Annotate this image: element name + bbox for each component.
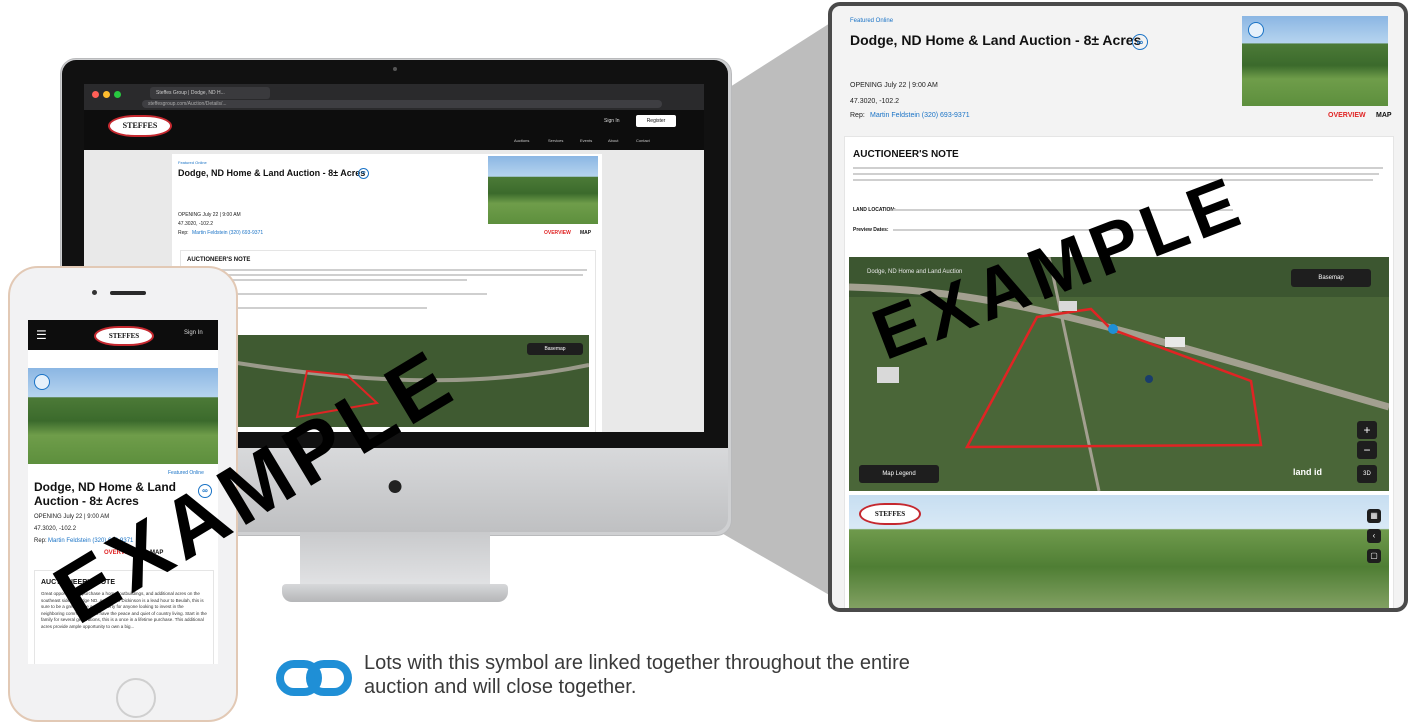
auctioneer-note-heading: AUCTIONEER'S NOTE — [187, 257, 251, 263]
apple-logo-icon: ● — [385, 469, 405, 502]
featured-label: Featured Online — [178, 160, 207, 165]
nav-item-contact[interactable]: Contact — [636, 138, 650, 143]
nav-item-auctions[interactable]: Auctions — [514, 138, 529, 143]
note-text-line — [853, 167, 1383, 169]
zoom-featured-label: Featured Online — [850, 18, 894, 24]
sign-in-link[interactable]: Sign In — [604, 118, 620, 124]
zoom-linked-lot-icon: ∞ — [1132, 34, 1148, 50]
site-header: STEFFES Sign In Register Auctions Servic… — [84, 110, 704, 150]
note-text-line — [853, 173, 1379, 175]
zoom-rep-label: Rep: — [850, 112, 865, 119]
phone-camera — [92, 290, 97, 295]
zoom-location: 47.3020, -102.2 — [850, 98, 900, 105]
note-text-line — [187, 269, 587, 271]
phone-location: 47.3020, -102.2 — [34, 526, 77, 532]
phone-listing-photo[interactable] — [28, 368, 218, 464]
location-coords: 47.3020, -102.2 — [178, 221, 214, 227]
steffes-logo[interactable]: STEFFES — [108, 115, 172, 137]
phone-opening-date: OPENING July 22 | 9:00 AM — [34, 514, 110, 520]
nav-item-events[interactable]: Events — [580, 138, 592, 143]
listing-thumbnail[interactable] — [488, 156, 598, 224]
nav-item-services[interactable]: Services — [548, 138, 563, 143]
land-id-badge: land id — [1293, 467, 1322, 477]
imac-camera — [393, 67, 397, 71]
photo-link-icon — [34, 374, 50, 390]
zoom-out-button[interactable]: − — [1357, 441, 1377, 459]
listing-title: Dodge, ND Home & Land Auction - 8± Acres — [178, 168, 366, 178]
phone-header: ☰ STEFFES Sign In — [28, 320, 218, 350]
imac-base — [282, 584, 508, 602]
phone-steffes-logo[interactable]: STEFFES — [94, 326, 154, 346]
zoom-tab-overview[interactable]: OVERVIEW — [1328, 112, 1366, 119]
legend-description: Lots with this symbol are linked togethe… — [364, 652, 910, 698]
zoom-listing-title: Dodge, ND Home & Land Auction - 8± Acres — [850, 32, 1142, 48]
tab-map[interactable]: MAP — [580, 230, 591, 236]
maximize-window-icon[interactable] — [114, 91, 121, 98]
nav-item-about[interactable]: About — [608, 138, 618, 143]
linked-lot-icon: ∞ — [358, 168, 369, 179]
link-icon — [276, 660, 352, 696]
zoom-tab-map[interactable]: MAP — [1376, 112, 1392, 119]
zoom-in-button[interactable]: + — [1357, 421, 1377, 439]
home-button[interactable] — [116, 678, 156, 718]
hamburger-icon[interactable]: ☰ — [36, 328, 47, 342]
photo-steffes-logo: STEFFES — [859, 503, 921, 525]
aerial-photo[interactable]: STEFFES ▦ ‹ ▢ — [849, 495, 1389, 608]
zoom-rep-link[interactable]: Martin Feldstein (320) 693-9371 — [870, 112, 970, 119]
zoom-note-heading: AUCTIONEER'S NOTE — [853, 149, 959, 160]
zoom-opening-date: OPENING July 22 | 9:00 AM — [850, 82, 938, 89]
land-location-label: LAND LOCATION: — [853, 207, 896, 213]
zoom-listing-thumbnail[interactable] — [1242, 16, 1388, 106]
phone-rep-label: Rep: — [34, 538, 47, 544]
fullscreen-icon[interactable]: ▢ — [1367, 549, 1381, 563]
opening-date: OPENING July 22 | 9:00 AM — [178, 212, 241, 218]
browser-tab[interactable]: Steffes Group | Dodge, ND H... — [150, 87, 270, 99]
note-text-line — [187, 274, 583, 276]
phone-speaker — [110, 291, 146, 295]
zoom-basemap-button[interactable]: Basemap — [1291, 269, 1371, 287]
imac-stand — [300, 532, 490, 592]
rep-label: Rep: — [178, 230, 189, 236]
thumb-link-icon — [1248, 22, 1264, 38]
tab-overview[interactable]: OVERVIEW — [544, 230, 571, 236]
browser-chrome: Steffes Group | Dodge, ND H... steffesgr… — [84, 84, 704, 110]
preview-dates-label: Preview Dates: — [853, 227, 889, 233]
note-text-line — [853, 179, 1373, 181]
3d-toggle-button[interactable]: 3D — [1357, 465, 1377, 483]
share-icon[interactable]: ‹ — [1367, 529, 1381, 543]
basemap-button[interactable]: Basemap — [527, 343, 583, 355]
map-legend-button[interactable]: Map Legend — [859, 465, 939, 483]
address-bar[interactable]: steffesgroup.com/Auction/Details/... — [142, 100, 662, 108]
minimize-window-icon[interactable] — [103, 91, 110, 98]
phone-sign-in[interactable]: Sign In — [184, 330, 203, 336]
gallery-icon[interactable]: ▦ — [1367, 509, 1381, 523]
register-button[interactable]: Register — [636, 115, 676, 127]
rep-contact-link[interactable]: Martin Feldstein (320) 693-9371 — [192, 230, 263, 236]
close-window-icon[interactable] — [92, 91, 99, 98]
